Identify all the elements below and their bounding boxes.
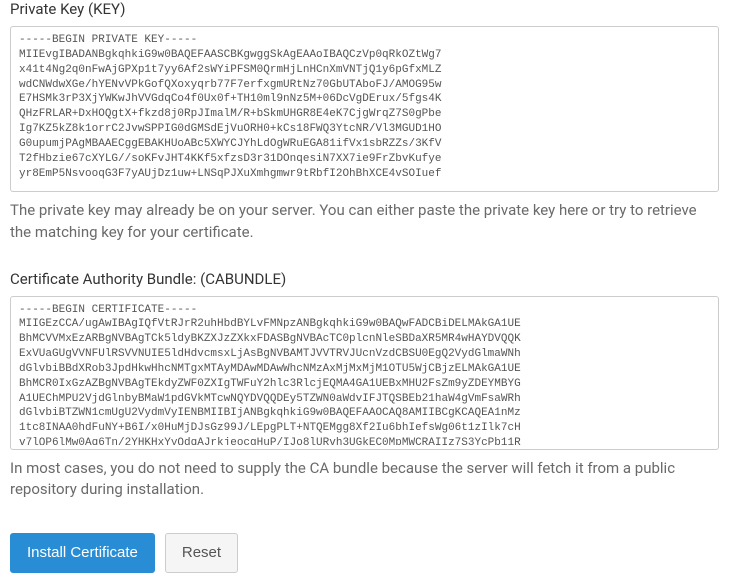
button-row: Install Certificate Reset — [10, 533, 719, 573]
reset-button[interactable]: Reset — [165, 533, 238, 573]
cabundle-textarea[interactable] — [11, 297, 718, 445]
cabundle-help: In most cases, you do not need to supply… — [10, 458, 719, 502]
install-certificate-button[interactable]: Install Certificate — [10, 533, 155, 573]
private-key-label: Private Key (KEY) — [10, 0, 719, 18]
private-key-textarea[interactable] — [11, 27, 718, 187]
cabundle-section: Certificate Authority Bundle: (CABUNDLE)… — [10, 270, 719, 502]
private-key-field-wrapper — [10, 26, 719, 192]
cabundle-field-wrapper — [10, 296, 719, 450]
private-key-help: The private key may already be on your s… — [10, 200, 719, 244]
private-key-section: Private Key (KEY) The private key may al… — [10, 0, 719, 244]
cabundle-label: Certificate Authority Bundle: (CABUNDLE) — [10, 270, 719, 288]
